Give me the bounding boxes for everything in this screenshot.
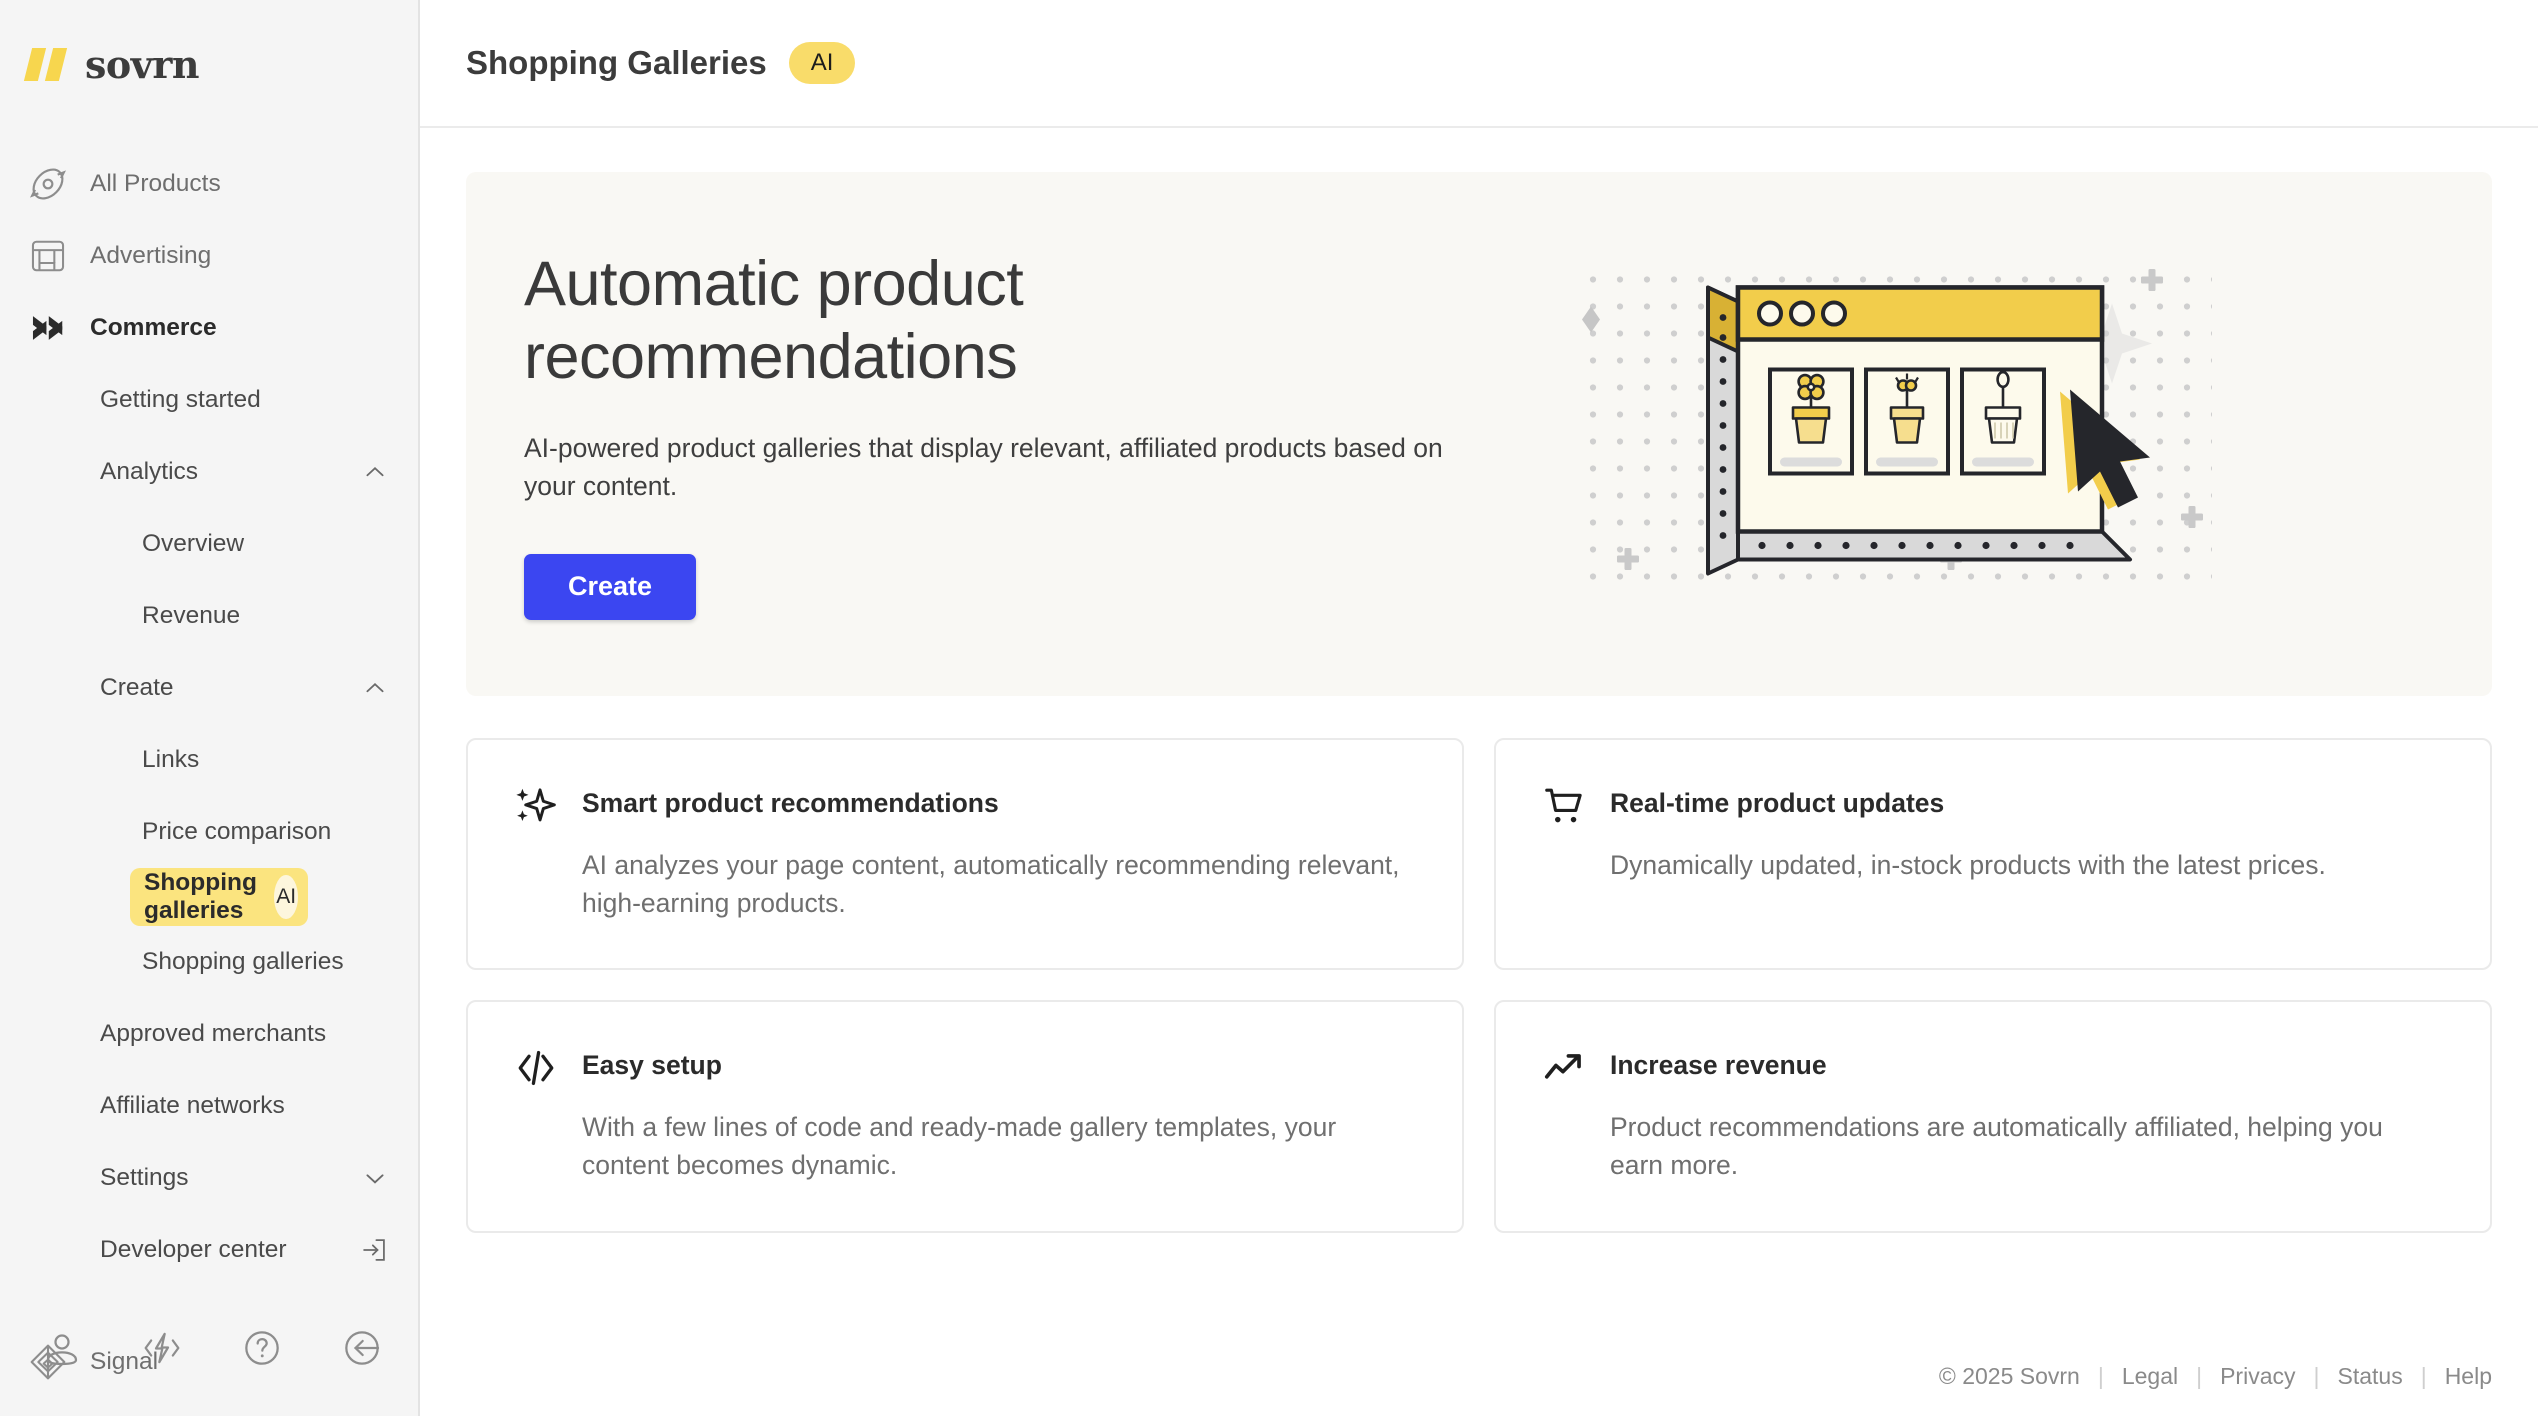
sidebar-group-settings[interactable]: Settings xyxy=(0,1142,418,1214)
sparkle-ai-icon xyxy=(514,784,558,828)
sidebar-item-label: Revenue xyxy=(142,602,241,629)
primary-nav: All Products Advertising Commerce Gettin… xyxy=(0,128,418,1398)
trending-up-arrow-icon xyxy=(1542,1046,1586,1090)
sidebar: sovrn All Products Advertising Commerce … xyxy=(0,0,420,1416)
browser-window-product-gallery-cursor-illustration xyxy=(1572,261,2212,582)
card-header: Smart product recommendations xyxy=(514,786,1412,828)
card-title: Increase revenue xyxy=(1610,1050,1827,1081)
feature-card-increase-revenue: Increase revenue Product recommendations… xyxy=(1494,1000,2492,1233)
hero-illustration xyxy=(1562,222,2262,647)
feature-card-easy-setup: Easy setup With a few lines of code and … xyxy=(466,1000,1464,1233)
sidebar-group-label: Analytics xyxy=(100,458,199,485)
chevron-down-icon[interactable] xyxy=(362,1165,388,1191)
card-title: Real-time product updates xyxy=(1610,788,1945,818)
sidebar-item-label: Advertising xyxy=(90,242,212,269)
hero-banner: Automatic product recommendations AI-pow… xyxy=(466,172,2492,696)
main-content: Shopping Galleries AI Automatic product … xyxy=(420,0,2538,1416)
sidebar-item-revenue[interactable]: Revenue xyxy=(0,580,418,652)
user-account-icon[interactable] xyxy=(42,1328,82,1368)
sidebar-item-label: Affiliate networks xyxy=(100,1092,285,1119)
code-brackets-icon xyxy=(514,1046,558,1090)
sidebar-item-label: Approved merchants xyxy=(100,1020,327,1047)
footer-divider: | xyxy=(2097,1363,2104,1389)
chevron-up-icon[interactable] xyxy=(362,675,388,701)
ai-badge: AI xyxy=(274,875,298,919)
footer-divider: | xyxy=(2313,1363,2320,1389)
sidebar-item-label: Price comparison xyxy=(142,818,332,845)
card-body: With a few lines of code and ready-made … xyxy=(582,1112,1337,1181)
shopping-cart-icon xyxy=(1542,784,1586,828)
card-body: Product recommendations are automaticall… xyxy=(1610,1112,2383,1181)
sidebar-item-shopping-galleries[interactable]: Shopping galleries xyxy=(0,926,418,998)
collapse-sidebar-icon[interactable] xyxy=(342,1328,382,1368)
help-question-icon[interactable] xyxy=(242,1328,282,1368)
card-title: Smart product recommendations xyxy=(582,788,999,818)
footer-link-privacy[interactable]: Privacy xyxy=(2220,1363,2295,1390)
sidebar-group-label: Settings xyxy=(100,1164,189,1191)
brand-logo[interactable]: sovrn xyxy=(0,0,418,128)
create-button[interactable]: Create xyxy=(524,553,697,620)
sidebar-item-shopping-galleries-ai[interactable]: Shopping galleries AI xyxy=(130,868,308,926)
sidebar-item-label: Getting started xyxy=(100,386,261,413)
sidebar-group-label: Create xyxy=(100,674,174,701)
card-header: Easy setup xyxy=(514,1048,1412,1090)
card-body: AI analyzes your page content, automatic… xyxy=(582,850,1400,919)
footer-link-legal[interactable]: Legal xyxy=(2122,1363,2178,1390)
sidebar-item-label: Overview xyxy=(142,530,245,557)
sidebar-item-advertising[interactable]: Advertising xyxy=(0,220,418,292)
card-header: Increase revenue xyxy=(1542,1048,2440,1090)
footer-divider: | xyxy=(2196,1363,2203,1389)
sidebar-item-all-products[interactable]: All Products xyxy=(0,148,418,220)
footer-link-help[interactable]: Help xyxy=(2445,1363,2492,1390)
card-title: Easy setup xyxy=(582,1050,722,1081)
double-chevron-right-icon xyxy=(28,308,68,348)
sovrn-logo-mark-icon xyxy=(23,47,68,81)
sidebar-item-label: All Products xyxy=(90,170,221,197)
footer-divider: | xyxy=(2420,1363,2427,1389)
sidebar-item-label: Commerce xyxy=(90,314,217,341)
sidebar-group-create[interactable]: Create xyxy=(0,652,418,724)
footer: © 2025 Sovrn | Legal | Privacy | Status … xyxy=(1939,1363,2492,1390)
compass-icon xyxy=(28,164,68,204)
chevron-up-icon[interactable] xyxy=(362,459,388,485)
sidebar-item-overview[interactable]: Overview xyxy=(0,508,418,580)
ai-badge: AI xyxy=(788,42,856,84)
code-lightning-icon[interactable] xyxy=(142,1328,182,1368)
app-root: sovrn All Products Advertising Commerce … xyxy=(0,0,2538,1416)
hero-description: AI-powered product galleries that displa… xyxy=(524,433,1443,502)
sidebar-item-commerce[interactable]: Commerce xyxy=(0,292,418,364)
page-header: Shopping Galleries AI xyxy=(420,0,2538,128)
commerce-submenu: Getting started Analytics Overview Reven… xyxy=(0,364,418,1286)
sidebar-item-label: Shopping galleries xyxy=(144,869,257,924)
sidebar-item-getting-started[interactable]: Getting started xyxy=(0,364,418,436)
sidebar-item-price-comparison[interactable]: Price comparison xyxy=(0,796,418,868)
sidebar-group-analytics[interactable]: Analytics xyxy=(0,436,418,508)
external-link-icon xyxy=(360,1236,388,1264)
sidebar-item-affiliate-networks[interactable]: Affiliate networks xyxy=(0,1070,418,1142)
footer-link-status[interactable]: Status xyxy=(2337,1363,2402,1390)
sidebar-item-developer-center[interactable]: Developer center xyxy=(0,1214,418,1286)
sidebar-item-links[interactable]: Links xyxy=(0,724,418,796)
hero-text-block: Automatic product recommendations AI-pow… xyxy=(466,248,1526,620)
brand-name: sovrn xyxy=(85,41,199,87)
sidebar-item-label: Links xyxy=(142,746,200,773)
copyright-text: © 2025 Sovrn xyxy=(1938,1363,2080,1389)
sidebar-item-label: Developer center xyxy=(100,1236,287,1263)
card-header: Real-time product updates xyxy=(1542,786,2440,828)
sidebar-item-approved-merchants[interactable]: Approved merchants xyxy=(0,998,418,1070)
feature-card-smart-product-recommendations: Smart product recommendations AI analyze… xyxy=(466,738,1464,971)
feature-cards: Smart product recommendations AI analyze… xyxy=(466,738,2492,1233)
card-body: Dynamically updated, in-stock products w… xyxy=(1610,850,2326,880)
hero-heading: Automatic product recommendations xyxy=(524,249,1024,393)
layout-panels-icon xyxy=(28,236,68,276)
sidebar-item-label: Shopping galleries xyxy=(142,948,344,975)
page-title: Shopping Galleries xyxy=(466,44,767,81)
sidebar-bottom-toolbar xyxy=(0,1280,418,1416)
feature-card-real-time-product-updates: Real-time product updates Dynamically up… xyxy=(1494,738,2492,971)
content-area: Automatic product recommendations AI-pow… xyxy=(420,128,2538,1233)
